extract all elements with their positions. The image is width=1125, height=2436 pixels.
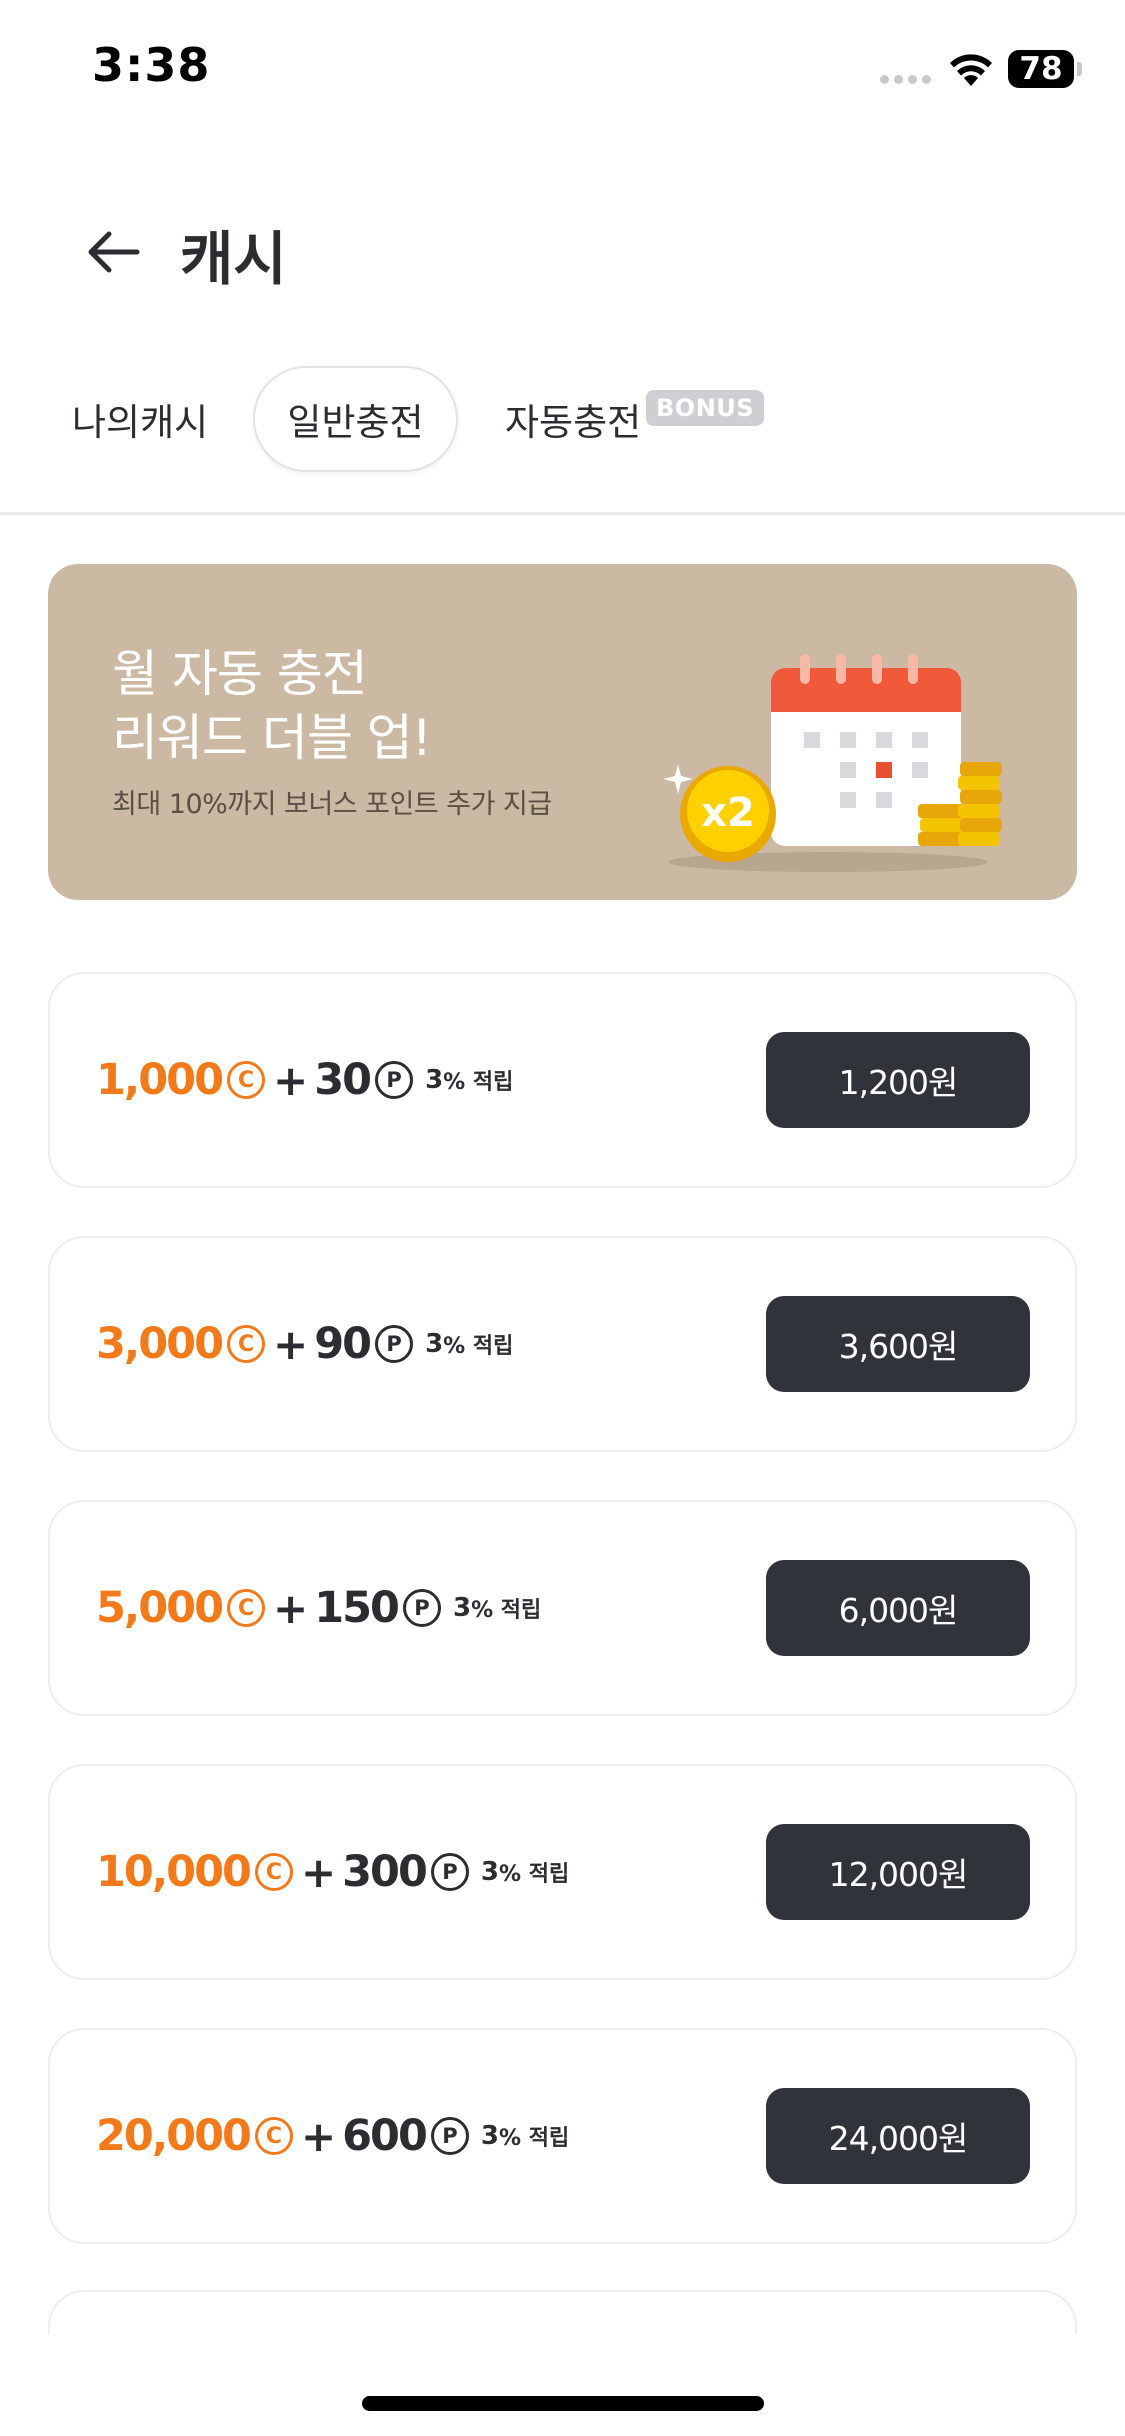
point-icon: P (375, 1325, 414, 1363)
plus-sign: + (300, 2111, 337, 2161)
back-arrow-icon (88, 231, 140, 273)
charge-option-info: 20,000 C + 600 P 3% 적립 (96, 2030, 569, 2242)
reward-rate: 3 (480, 1857, 499, 1887)
charge-option-info: 10,000 C + 300 P 3% 적립 (96, 1766, 569, 1978)
reward-rate-suffix: % 적립 (471, 1598, 542, 1623)
tab-divider (0, 512, 1125, 515)
price-button[interactable]: 24,000원 (766, 2088, 1030, 2184)
charge-option-info: 5,000 C + 150 P 3% 적립 (96, 1502, 541, 1714)
page-title: 캐시 (180, 225, 287, 293)
cellular-signal-icon (880, 75, 931, 84)
plus-sign: + (273, 1583, 309, 1633)
point-amount: 600 (342, 2111, 428, 2161)
charge-option-card[interactable]: 10,000 C + 300 P 3% 적립 12,000원 (48, 1764, 1077, 1980)
reward-rate-suffix: % 적립 (499, 1862, 570, 1887)
point-icon: P (430, 2117, 469, 2155)
banner-title-line2: 리워드 더블 업! (112, 709, 432, 767)
price-button[interactable]: 6,000원 (766, 1560, 1030, 1656)
battery-nub (1077, 62, 1082, 76)
plus-sign: + (300, 1847, 337, 1897)
price-button[interactable]: 3,600원 (766, 1296, 1030, 1392)
cash-coin-icon: C (227, 1325, 266, 1363)
reward-rate-suffix: % 적립 (443, 1334, 514, 1359)
point-amount: 150 (314, 1583, 400, 1633)
charge-option-info: 3,000 C + 90 P 3% 적립 (96, 1238, 513, 1450)
tab-bar: 나의캐시 일반충전 자동충전 BONUS (0, 366, 1125, 514)
price-button[interactable]: 12,000원 (766, 1824, 1030, 1920)
cash-coin-icon: C (254, 2117, 293, 2155)
plus-sign: + (273, 1319, 309, 1369)
home-indicator[interactable] (362, 2396, 764, 2411)
cash-coin-icon: C (227, 1589, 266, 1627)
point-amount: 300 (342, 1847, 428, 1897)
charge-option-card[interactable]: 5,000 C + 150 P 3% 적립 6,000원 (48, 1500, 1077, 1716)
status-bar: 3:38 78 (0, 0, 1125, 140)
battery-icon: 78 (1008, 50, 1074, 88)
cash-coin-icon: C (227, 1061, 266, 1099)
cash-coin-icon: C (254, 1853, 293, 1891)
banner-title: 월 자동 충전 리워드 더블 업! (112, 642, 432, 770)
bonus-badge: BONUS (646, 390, 765, 426)
reward-rate-suffix: % 적립 (443, 1070, 514, 1095)
banner-subtitle: 최대 10%까지 보너스 포인트 추가 지급 (112, 789, 552, 820)
reward-rate: 3 (480, 2121, 499, 2151)
reward-rate: 3 (425, 1065, 444, 1095)
bottom-safe-area (0, 2334, 1125, 2436)
point-icon: P (375, 1061, 414, 1099)
cash-amount: 10,000 (96, 1847, 252, 1897)
plus-sign: + (273, 1055, 309, 1105)
tab-auto-charge[interactable]: 자동충전 (505, 366, 641, 472)
charge-option-info: 1,000 C + 30 P 3% 적립 (96, 974, 513, 1186)
point-amount: 90 (314, 1319, 372, 1369)
point-amount: 30 (314, 1055, 372, 1105)
cash-amount: 3,000 (96, 1319, 224, 1369)
cash-amount: 1,000 (96, 1055, 224, 1105)
cash-amount: 5,000 (96, 1583, 224, 1633)
point-icon: P (430, 1853, 469, 1891)
status-time: 3:38 (92, 38, 211, 92)
wifi-icon (950, 54, 992, 86)
calendar-coins-illustration: x2 (663, 654, 1002, 872)
point-icon: P (402, 1589, 441, 1627)
auto-charge-promo-banner[interactable]: 월 자동 충전 리워드 더블 업! 최대 10%까지 보너스 포인트 추가 지급 (48, 564, 1077, 900)
reward-rate-suffix: % 적립 (499, 2126, 570, 2151)
charge-option-card[interactable]: 3,000 C + 90 P 3% 적립 3,600원 (48, 1236, 1077, 1452)
cash-amount: 20,000 (96, 2111, 252, 2161)
coin-icon: x2 (680, 766, 776, 862)
reward-rate: 3 (452, 1593, 472, 1623)
reward-rate: 3 (425, 1329, 444, 1359)
charge-option-card[interactable]: 20,000 C + 600 P 3% 적립 24,000원 (48, 2028, 1077, 2244)
charge-option-card[interactable]: 1,000 C + 30 P 3% 적립 1,200원 (48, 972, 1077, 1188)
price-button[interactable]: 1,200원 (766, 1032, 1030, 1128)
back-button[interactable] (80, 222, 146, 282)
svg-text:x2: x2 (701, 790, 755, 836)
tab-my-cash[interactable]: 나의캐시 (72, 366, 208, 472)
tab-general-charge[interactable]: 일반충전 (253, 366, 458, 472)
banner-title-line1: 월 자동 충전 (112, 645, 368, 703)
